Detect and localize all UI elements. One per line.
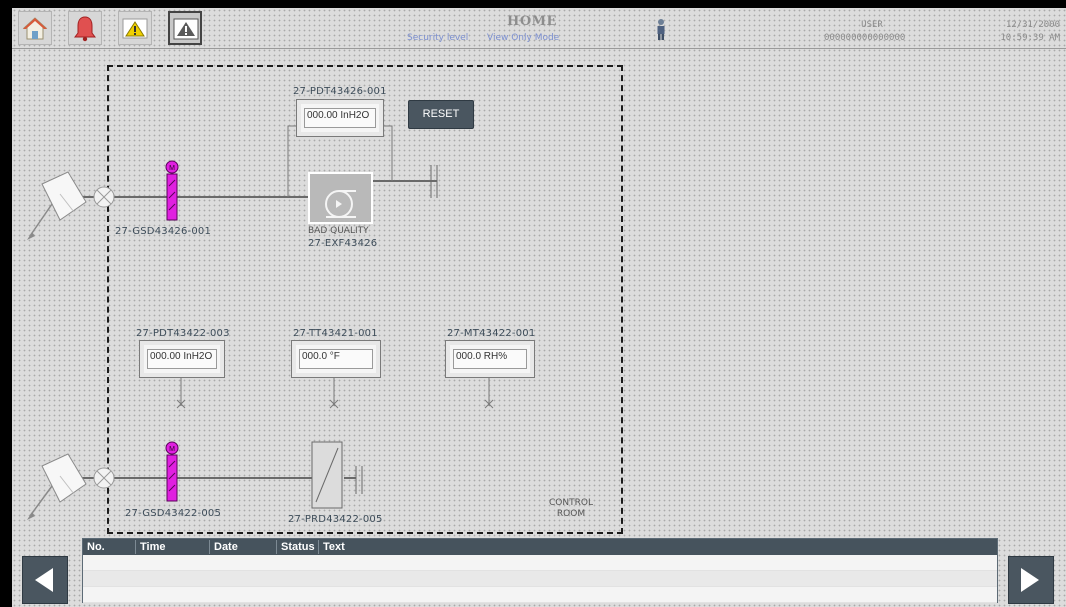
humidity-readout[interactable]: 000.0 RH% [445, 340, 535, 378]
isolation-valve-icon [93, 186, 115, 208]
area-label-line-2: ROOM [556, 509, 586, 519]
process-diagram: M M [27, 125, 494, 520]
pressure-readout[interactable]: 000.00 InH2O [139, 340, 225, 378]
fan-status: BAD QUALITY [308, 226, 369, 236]
svg-text:M: M [169, 165, 175, 172]
table-row[interactable] [83, 571, 997, 587]
tag-gsd-43426: 27-GSD43426-001 [115, 226, 212, 237]
table-row[interactable] [83, 587, 997, 603]
area-label: CONTROL ROOM [535, 498, 607, 520]
area-label-line-1: CONTROL [549, 498, 593, 508]
isolation-valve-icon [93, 467, 115, 489]
sensor-probe [176, 378, 186, 409]
col-date[interactable]: Date [209, 540, 238, 554]
alarm-table-header: No. Time Date Status Text [83, 539, 997, 555]
pressure-value: 000.00 InH2O [307, 110, 370, 121]
pressure-value: 000.00 InH2O [150, 351, 213, 362]
col-status[interactable]: Status [276, 540, 315, 554]
tag-gsd-43422: 27-GSD43422-005 [125, 508, 222, 519]
pressure-relief-damper-icon[interactable] [311, 441, 363, 509]
tag-pdt-43422: 27-PDT43422-003 [136, 328, 230, 339]
table-row[interactable] [83, 555, 997, 571]
tag-tt-43421: 27-TT43421-001 [293, 328, 378, 339]
damper-icon[interactable]: M [165, 441, 179, 502]
alarm-table[interactable]: No. Time Date Status Text [82, 538, 998, 603]
arrow-left-icon [35, 568, 53, 592]
temperature-readout[interactable]: 000.0 °F [291, 340, 381, 378]
col-no[interactable]: No. [83, 540, 105, 554]
exhaust-outlet-icon [27, 171, 87, 240]
arrow-right-icon [1021, 568, 1039, 592]
exhaust-outlet-icon [27, 453, 87, 520]
damper-icon[interactable]: M [165, 160, 179, 221]
tag-prd-43422: 27-PRD43422-005 [288, 514, 383, 525]
humidity-value: 000.0 RH% [456, 351, 508, 362]
pressure-readout[interactable]: 000.00 InH2O [296, 99, 384, 137]
tag-mt-43422: 27-MT43422-001 [447, 328, 536, 339]
temperature-value: 000.0 °F [302, 351, 340, 362]
reset-button[interactable]: RESET [408, 100, 474, 129]
next-page-button[interactable] [1008, 556, 1054, 604]
col-text[interactable]: Text [318, 540, 345, 554]
svg-text:M: M [169, 446, 175, 453]
sensor-probe [484, 378, 494, 409]
tag-pdt-43426: 27-PDT43426-001 [293, 86, 387, 97]
sensor-probe [329, 378, 339, 409]
col-time[interactable]: Time [135, 540, 165, 554]
tag-exf-43426: 27-EXF43426 [308, 238, 378, 249]
exhaust-fan-icon[interactable] [308, 172, 373, 224]
previous-page-button[interactable] [22, 556, 68, 604]
hmi-screen: HOME Security level View Only Mode USER … [12, 8, 1066, 607]
